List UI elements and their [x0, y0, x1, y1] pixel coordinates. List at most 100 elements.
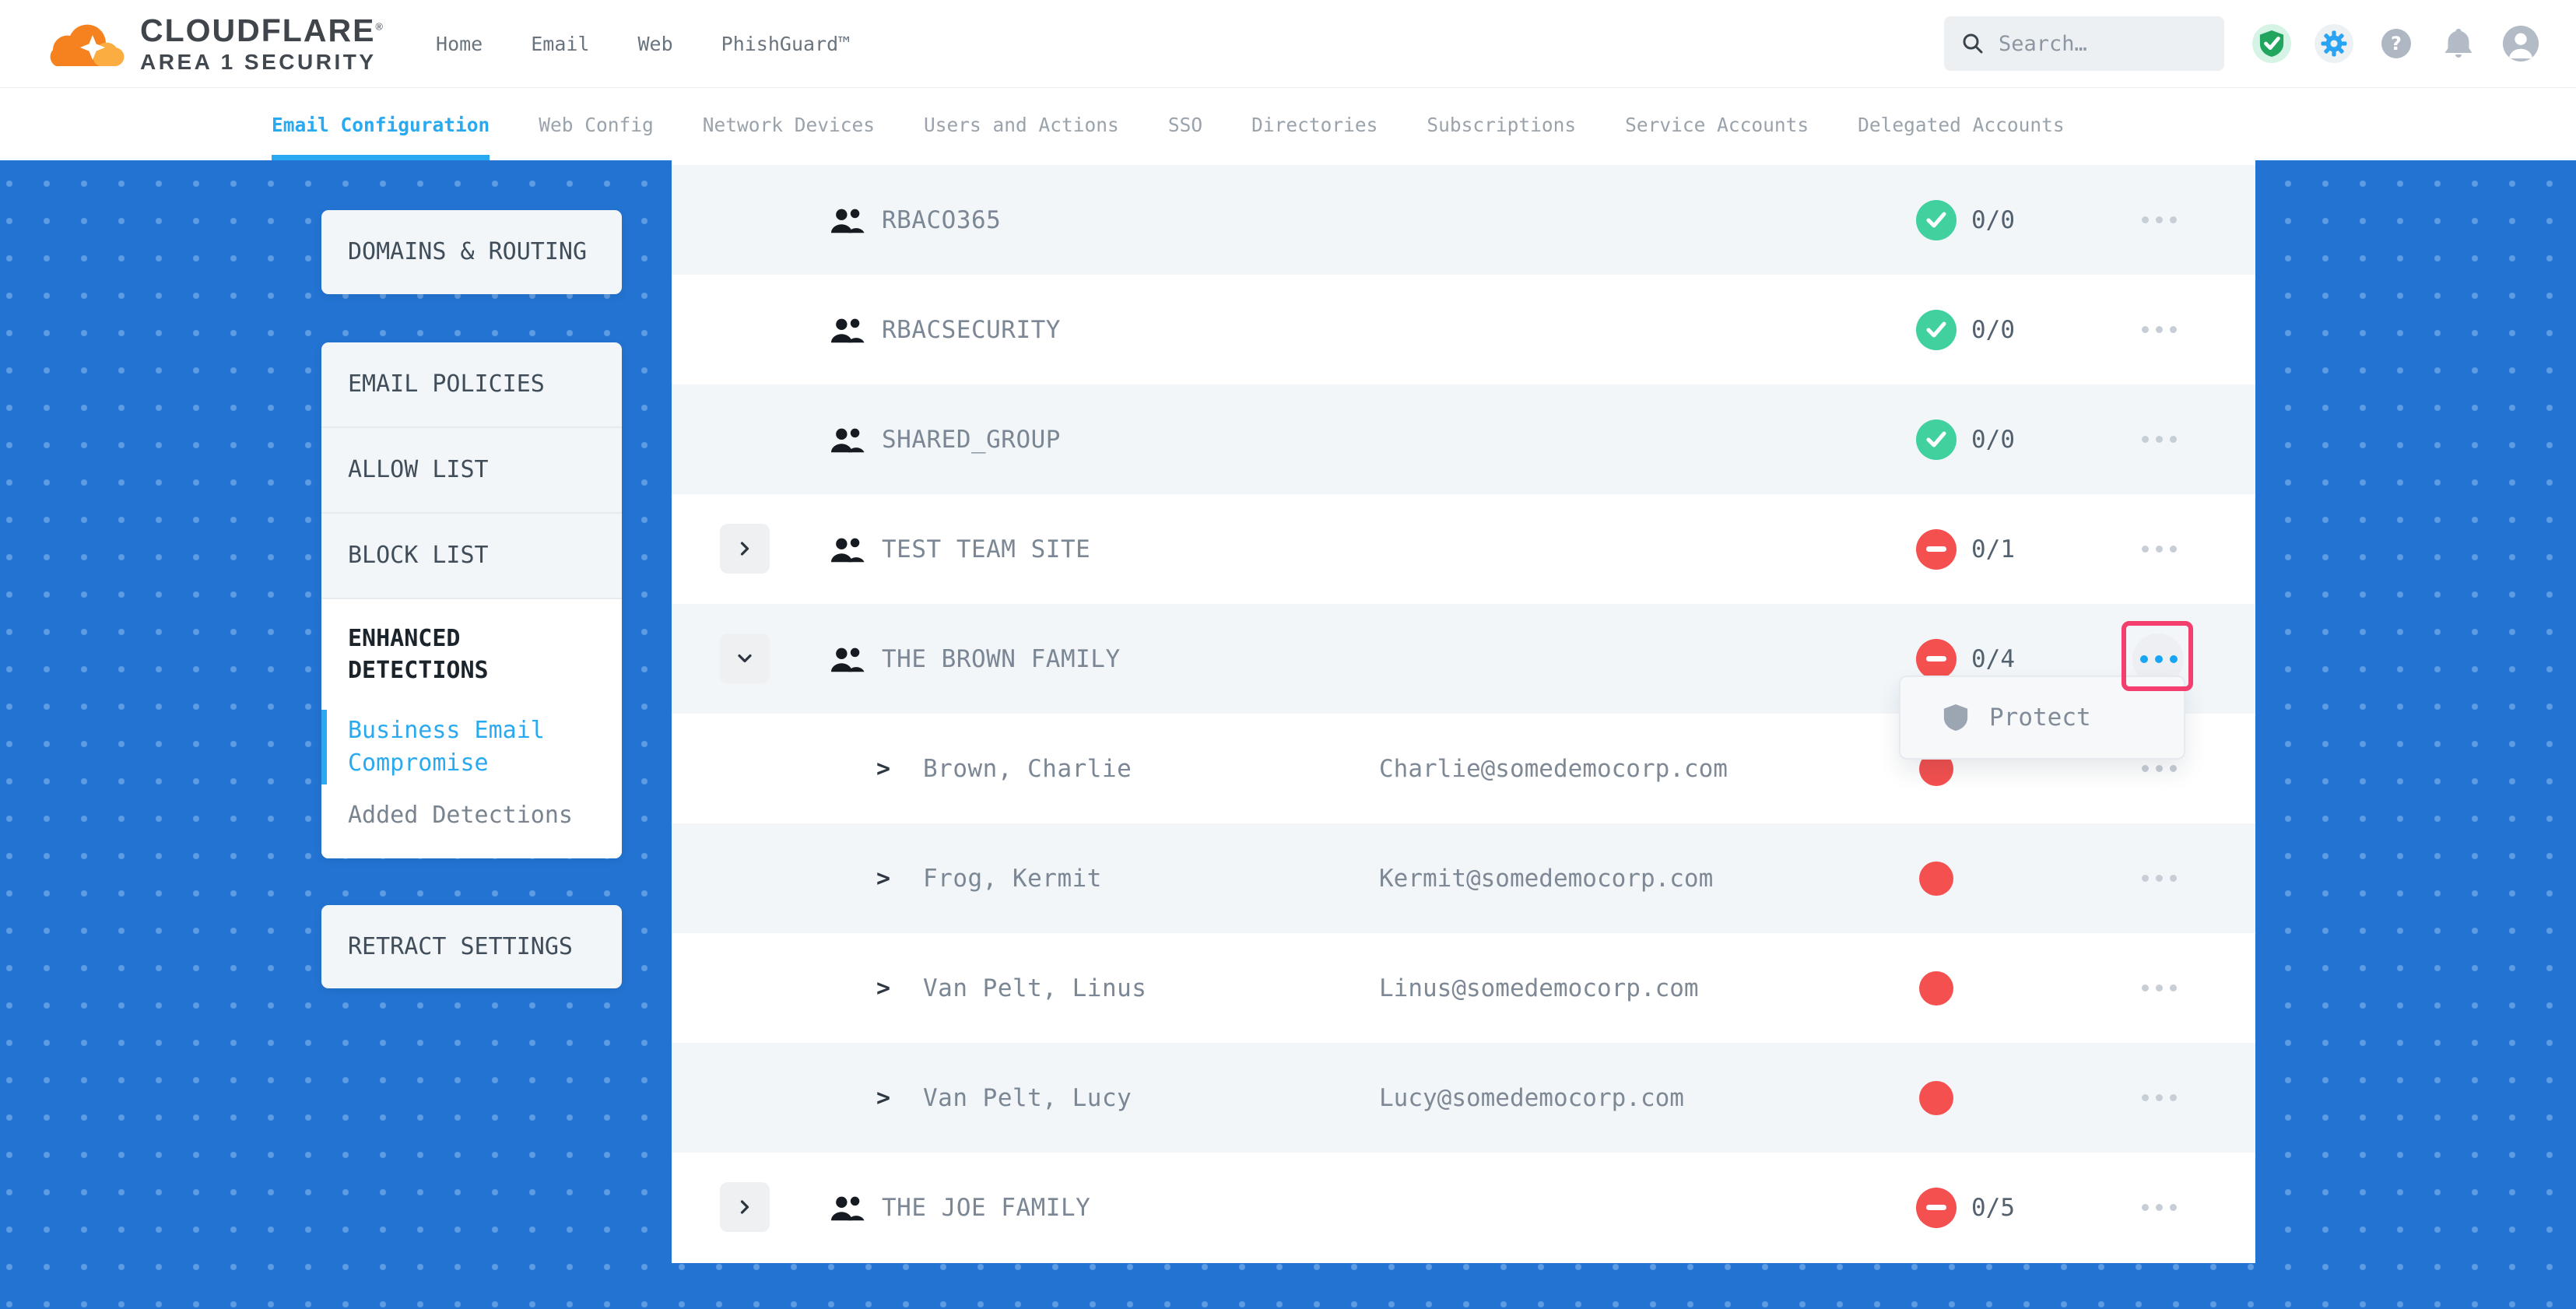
sidebar-item-allow-list[interactable]: ALLOW LIST	[321, 428, 622, 514]
active-item-indicator	[321, 710, 327, 784]
menu-item-protect[interactable]: Protect	[1989, 704, 2091, 732]
tab-delegated-accounts[interactable]: Delegated Accounts	[1858, 89, 2065, 160]
table-row: > Van Pelt, Linus Linus@somedemocorp.com	[672, 933, 2255, 1043]
row-name: THE JOE FAMILY	[882, 1194, 1090, 1222]
group-icon	[830, 425, 865, 454]
protected-count: 0/0	[1971, 426, 2015, 454]
expand-toggle-button[interactable]	[720, 524, 770, 574]
row-menu-button[interactable]	[2126, 195, 2192, 245]
row-name: THE BROWN FAMILY	[882, 645, 1121, 673]
brand-name: CLOUDFLARE®	[140, 15, 384, 47]
table-row: > Van Pelt, Lucy Lucy@somedemocorp.com	[672, 1043, 2255, 1153]
minus-icon	[1926, 546, 1946, 552]
protected-count: 0/1	[1971, 535, 2015, 563]
gear-icon	[2315, 24, 2353, 63]
tab-subscriptions[interactable]: Subscriptions	[1427, 89, 1576, 160]
account-button[interactable]	[2501, 24, 2540, 63]
top-nav-item-phishguard[interactable]: PhishGuard™	[721, 33, 851, 55]
check-icon	[1925, 430, 1948, 450]
row-email: Charlie@somedemocorp.com	[1379, 755, 1728, 783]
group-icon	[830, 315, 865, 345]
sidebar-item-domains-routing[interactable]: DOMAINS & ROUTING	[321, 210, 622, 294]
security-status-button[interactable]	[2252, 24, 2291, 63]
row-name: Van Pelt, Lucy	[923, 1084, 1132, 1112]
header-icon-cluster: ?	[2252, 24, 2540, 63]
tab-service-accounts[interactable]: Service Accounts	[1625, 89, 1809, 160]
protected-count: 0/5	[1971, 1194, 2015, 1222]
brand-text: CLOUDFLARE	[140, 12, 375, 48]
brand-block: CLOUDFLARE® AREA 1 SECURITY	[140, 15, 384, 73]
status-badge	[1916, 200, 1957, 240]
table-row: RBACO365 0/0	[672, 165, 2255, 275]
app: CLOUDFLARE® AREA 1 SECURITY Home Email W…	[0, 0, 2576, 1309]
table-row: SHARED_GROUP 0/0	[672, 384, 2255, 494]
sidebar-card-domains-routing: DOMAINS & ROUTING	[321, 210, 622, 294]
status-badge	[1916, 639, 1957, 679]
status-badge	[1916, 1188, 1957, 1228]
user-icon	[2503, 26, 2539, 61]
status-badge	[1916, 419, 1957, 460]
row-email: Linus@somedemocorp.com	[1379, 974, 1699, 1002]
row-menu-button[interactable]	[2126, 305, 2192, 355]
tab-sso[interactable]: SSO	[1168, 89, 1202, 160]
minus-icon	[1926, 656, 1946, 662]
expand-toggle-button[interactable]	[720, 1182, 770, 1232]
tab-directories[interactable]: Directories	[1251, 89, 1377, 160]
sidebar-item-added-detections[interactable]: Added Detections	[348, 802, 595, 829]
row-menu-button[interactable]	[2126, 415, 2192, 465]
expand-toggle-button[interactable]	[720, 633, 770, 683]
row-name: Frog, Kermit	[923, 865, 1102, 893]
tab-web-config[interactable]: Web Config	[539, 89, 654, 160]
help-button[interactable]: ?	[2377, 24, 2416, 63]
tab-email-configuration[interactable]: Email Configuration	[272, 89, 490, 160]
sidebar-item-enhanced-detections[interactable]: ENHANCED DETECTIONS	[348, 623, 542, 686]
status-badge	[1919, 862, 1953, 896]
content-area: DOMAINS & ROUTING EMAIL POLICIES ALLOW L…	[0, 160, 2576, 1309]
protected-count: 0/0	[1971, 206, 2015, 234]
row-menu-button[interactable]	[2126, 1183, 2192, 1233]
row-menu-button[interactable]	[2126, 963, 2192, 1013]
row-menu-button[interactable]	[2126, 1073, 2192, 1123]
table-row: THE JOE FAMILY 0/5	[672, 1153, 2255, 1262]
table-row: RBACSECURITY 0/0	[672, 275, 2255, 384]
top-nav-item-web[interactable]: Web	[638, 33, 673, 55]
group-icon	[830, 644, 865, 674]
status-badge	[1916, 529, 1957, 570]
table-row: > Frog, Kermit Kermit@somedemocorp.com	[672, 823, 2255, 933]
top-nav-item-email[interactable]: Email	[531, 33, 589, 55]
sidebar-item-block-list[interactable]: BLOCK LIST	[321, 514, 622, 599]
table-row: TEST TEAM SITE 0/1	[672, 494, 2255, 604]
highlight-annotation	[2122, 621, 2193, 691]
row-menu-button[interactable]	[2126, 854, 2192, 904]
row-name: RBACO365	[882, 206, 1001, 234]
status-badge	[1919, 1081, 1953, 1115]
protected-count: 0/4	[1971, 645, 2015, 673]
group-icon	[830, 1193, 865, 1223]
chevron-right-icon	[734, 647, 756, 669]
sidebar-item-business-email-compromise[interactable]: Business Email Compromise	[348, 714, 550, 780]
help-icon: ?	[2381, 29, 2411, 58]
chevron-right-icon	[734, 538, 756, 560]
shield-check-icon	[2252, 24, 2291, 63]
group-icon	[830, 205, 865, 235]
top-nav-item-home[interactable]: Home	[436, 33, 483, 55]
sidebar-item-retract-settings[interactable]: RETRACT SETTINGS	[321, 905, 622, 988]
row-email: Kermit@somedemocorp.com	[1379, 865, 1713, 893]
settings-button[interactable]	[2315, 24, 2353, 63]
row-menu-button[interactable]	[2126, 525, 2192, 574]
search-box[interactable]	[1944, 16, 2224, 71]
bell-icon	[2443, 26, 2474, 61]
tab-users-and-actions[interactable]: Users and Actions	[924, 89, 1119, 160]
check-icon	[1925, 210, 1948, 230]
search-input[interactable]	[1999, 32, 2207, 56]
search-icon	[1961, 32, 1985, 55]
status-badge	[1919, 971, 1953, 1005]
status-badge	[1916, 310, 1957, 350]
top-bar: CLOUDFLARE® AREA 1 SECURITY Home Email W…	[0, 0, 2576, 88]
notifications-button[interactable]	[2439, 24, 2478, 63]
group-icon	[830, 535, 865, 564]
row-name: SHARED_GROUP	[882, 426, 1061, 454]
tab-network-devices[interactable]: Network Devices	[703, 89, 875, 160]
sidebar-item-email-policies[interactable]: EMAIL POLICIES	[321, 342, 622, 428]
top-nav: Home Email Web PhishGuard™	[436, 33, 850, 55]
